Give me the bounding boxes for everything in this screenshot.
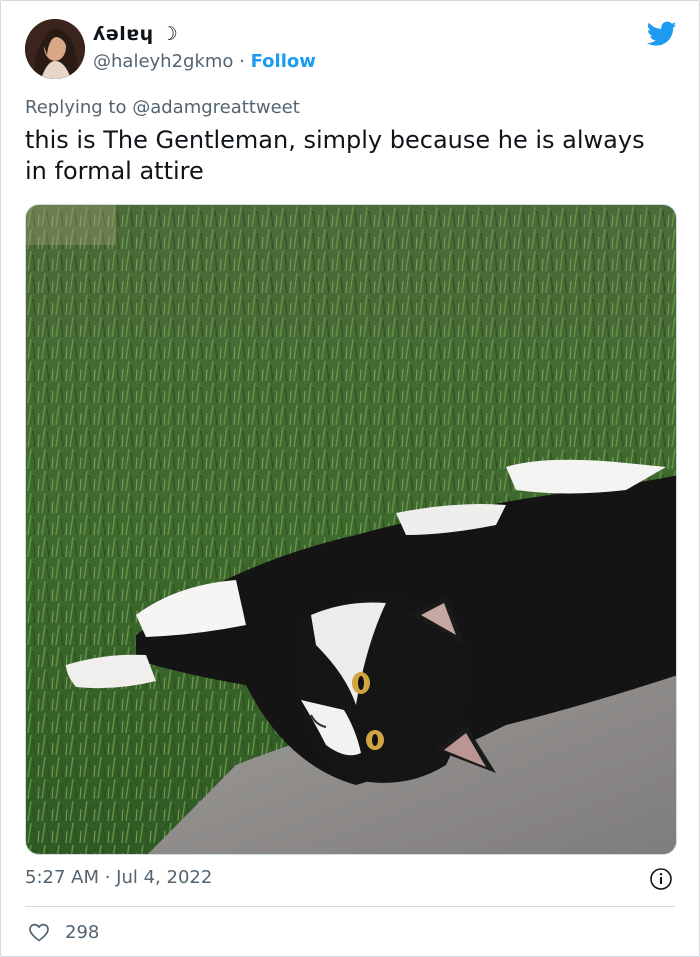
like-action[interactable]: 298 (27, 919, 99, 945)
replying-to-label: Replying to (25, 97, 133, 118)
tweet-card: ʎǝlɐɥ ☽ @haleyh2gkmo · Follow Replying t… (0, 0, 700, 957)
cat-photo-illustration (26, 205, 676, 854)
handle-row: @haleyh2gkmo · Follow (93, 51, 316, 72)
info-icon[interactable] (649, 867, 673, 891)
heart-icon[interactable] (27, 920, 51, 944)
replying-to: Replying to @adamgreattweet (25, 97, 300, 118)
twitter-bird-icon[interactable] (647, 21, 677, 47)
follow-button[interactable]: Follow (251, 51, 316, 72)
tweet-photo[interactable] (25, 204, 677, 855)
like-count: 298 (65, 921, 100, 943)
reply-mention-link[interactable]: @adamgreattweet (132, 97, 300, 118)
separator: · (233, 51, 251, 72)
divider (25, 906, 675, 907)
display-name[interactable]: ʎǝlɐɥ ☽ (93, 23, 178, 45)
handle[interactable]: @haleyh2gkmo (93, 51, 233, 72)
tweet-text: this is The Gentleman, simply because he… (25, 126, 645, 185)
avatar[interactable] (25, 19, 85, 79)
tweet-timestamp[interactable]: 5:27 AM · Jul 4, 2022 (25, 867, 212, 888)
